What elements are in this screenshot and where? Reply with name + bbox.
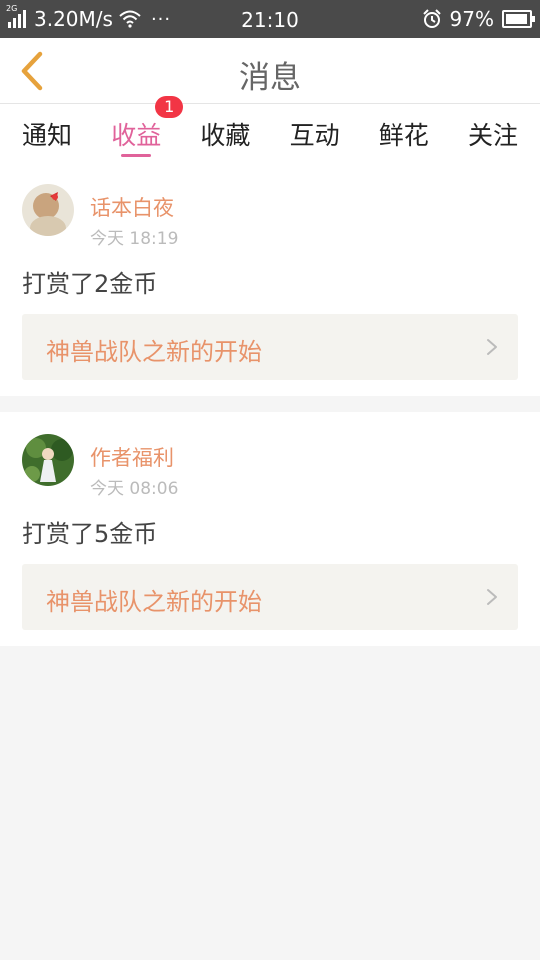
status-right: 97% — [422, 7, 535, 31]
tab-label: 互动 — [289, 121, 340, 150]
book-title: 神兽战队之新的开始 — [46, 588, 262, 617]
message-text: 打赏了5金币 — [22, 520, 158, 549]
tab-underline — [121, 154, 152, 157]
message-text: 打赏了2金币 — [22, 270, 158, 298]
tab-label: 鲜花 — [378, 121, 429, 150]
message-card: 话本白夜 今天 18:19 打赏了2金币 神兽战队之新的开始 — [0, 162, 540, 397]
message-time: 今天 18:19 — [90, 229, 179, 249]
message-header: 作者福利 今天 08:06 — [22, 412, 518, 504]
tab-label: 收益 — [111, 121, 162, 150]
unread-badge: 1 — [155, 96, 184, 118]
nav-bar: 消息 — [0, 38, 540, 104]
battery-icon — [502, 10, 535, 28]
message-time: 今天 08:06 — [90, 479, 179, 500]
tab-bar: 通知 收益 1 收藏 互动 鲜花 关注 — [0, 96, 540, 162]
battery-fill — [506, 14, 528, 24]
signal-icon: 2G — [6, 4, 28, 28]
avatar-image — [22, 184, 74, 236]
user-name[interactable]: 话本白夜 — [90, 192, 174, 222]
message-card: 作者福利 今天 08:06 打赏了5金币 神兽战队之新的开始 — [0, 412, 540, 647]
book-link[interactable]: 神兽战队之新的开始 — [22, 564, 518, 631]
tab-notice[interactable]: 通知 — [22, 104, 72, 162]
tab-flowers[interactable]: 鲜花 — [379, 104, 429, 162]
battery-percent: 97% — [449, 7, 494, 31]
tab-favorites[interactable]: 收藏 — [200, 104, 250, 162]
avatar-image — [22, 434, 74, 487]
page-title: 消息 — [239, 60, 301, 96]
avatar[interactable] — [22, 434, 74, 487]
network-speed: 3.20M/s — [34, 7, 113, 31]
message-list: 话本白夜 今天 18:19 打赏了2金币 神兽战队之新的开始 作者福利 今天 0… — [0, 162, 540, 647]
chevron-right-icon — [487, 589, 497, 606]
tab-label: 通知 — [22, 121, 73, 150]
chevron-left-icon — [21, 51, 43, 91]
tab-interaction[interactable]: 互动 — [290, 104, 340, 162]
status-left: 2G 3.20M/s ··· — [6, 4, 172, 31]
status-bar: 2G 3.20M/s ··· 21:10 97% — [0, 0, 540, 38]
book-link[interactable]: 神兽战队之新的开始 — [22, 314, 518, 380]
avatar[interactable] — [22, 184, 74, 236]
back-button[interactable] — [12, 50, 52, 92]
message-header: 话本白夜 今天 18:19 — [22, 162, 518, 254]
tab-earnings[interactable]: 收益 1 — [111, 96, 184, 162]
wifi-icon — [119, 10, 141, 28]
tab-follow[interactable]: 关注 — [468, 104, 518, 162]
tab-label: 收藏 — [200, 121, 251, 150]
tab-label: 关注 — [467, 121, 518, 150]
more-dots: ··· — [150, 8, 172, 30]
alarm-icon — [422, 9, 441, 28]
user-name[interactable]: 作者福利 — [90, 442, 174, 472]
book-title: 神兽战队之新的开始 — [46, 338, 262, 366]
chevron-right-icon — [487, 339, 497, 355]
network-tag: 2G — [6, 4, 18, 13]
